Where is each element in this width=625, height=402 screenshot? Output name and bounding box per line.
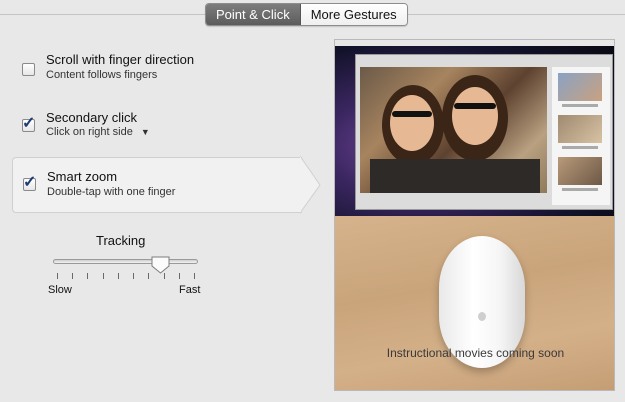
tick-mark — [117, 273, 119, 279]
tracking-slider-knob[interactable] — [151, 256, 171, 274]
secondary-click-checkbox[interactable]: ✓ — [22, 115, 35, 132]
tab-bar: Point & Click More Gestures — [205, 3, 408, 26]
slow-label: Slow — [48, 284, 72, 296]
fast-label: Fast — [179, 284, 201, 296]
selection-arrow — [300, 156, 321, 214]
tick-mark — [148, 273, 150, 279]
tick-mark — [72, 273, 74, 279]
preview-app-window — [355, 54, 613, 210]
option-subtitle: Double-tap with one finger — [47, 186, 176, 198]
tab-point-and-click[interactable]: Point & Click — [206, 4, 301, 25]
tick-mark — [163, 273, 165, 279]
option-scroll-direction[interactable]: Scroll with finger direction Content fol… — [12, 44, 302, 100]
option-subtitle: Content follows fingers — [46, 69, 158, 81]
tick-mark — [133, 273, 135, 279]
scroll-direction-checkbox[interactable] — [22, 63, 35, 76]
option-smart-zoom[interactable]: ✓ Smart zoom Double-tap with one finger — [12, 157, 302, 213]
preview-menubar — [335, 40, 614, 46]
tick-mark — [178, 273, 180, 279]
smart-zoom-checkbox[interactable]: ✓ — [23, 174, 36, 191]
option-title: Secondary click — [46, 110, 138, 125]
checkmark-icon: ✓ — [23, 174, 37, 191]
tick-mark — [57, 273, 58, 279]
chevron-down-icon: ▼ — [140, 127, 150, 137]
preview-thumbnails — [552, 67, 610, 205]
gesture-preview-movie: Instructional movies coming soon — [334, 39, 615, 391]
checkmark-icon: ✓ — [22, 115, 36, 132]
tracking-ticks — [53, 273, 198, 281]
option-title: Smart zoom — [47, 169, 118, 184]
tracking-label: Tracking — [96, 233, 146, 248]
tick-mark — [102, 273, 104, 279]
tracking-slider-track[interactable] — [53, 259, 198, 264]
option-secondary-click[interactable]: ✓ Secondary click Click on right side ▼ — [12, 102, 302, 158]
option-title: Scroll with finger direction — [46, 52, 195, 67]
preview-desk: Instructional movies coming soon — [335, 216, 614, 390]
secondary-click-dropdown[interactable]: Click on right side ▼ — [46, 126, 150, 138]
tab-more-gestures[interactable]: More Gestures — [300, 4, 407, 25]
option-subtitle: Click on right side — [46, 126, 133, 138]
tick-mark — [87, 273, 89, 279]
movie-caption: Instructional movies coming soon — [386, 346, 565, 360]
preview-screen — [335, 40, 614, 216]
preview-photo — [360, 67, 547, 193]
apple-logo-icon — [478, 312, 486, 321]
tick-mark — [194, 273, 195, 279]
